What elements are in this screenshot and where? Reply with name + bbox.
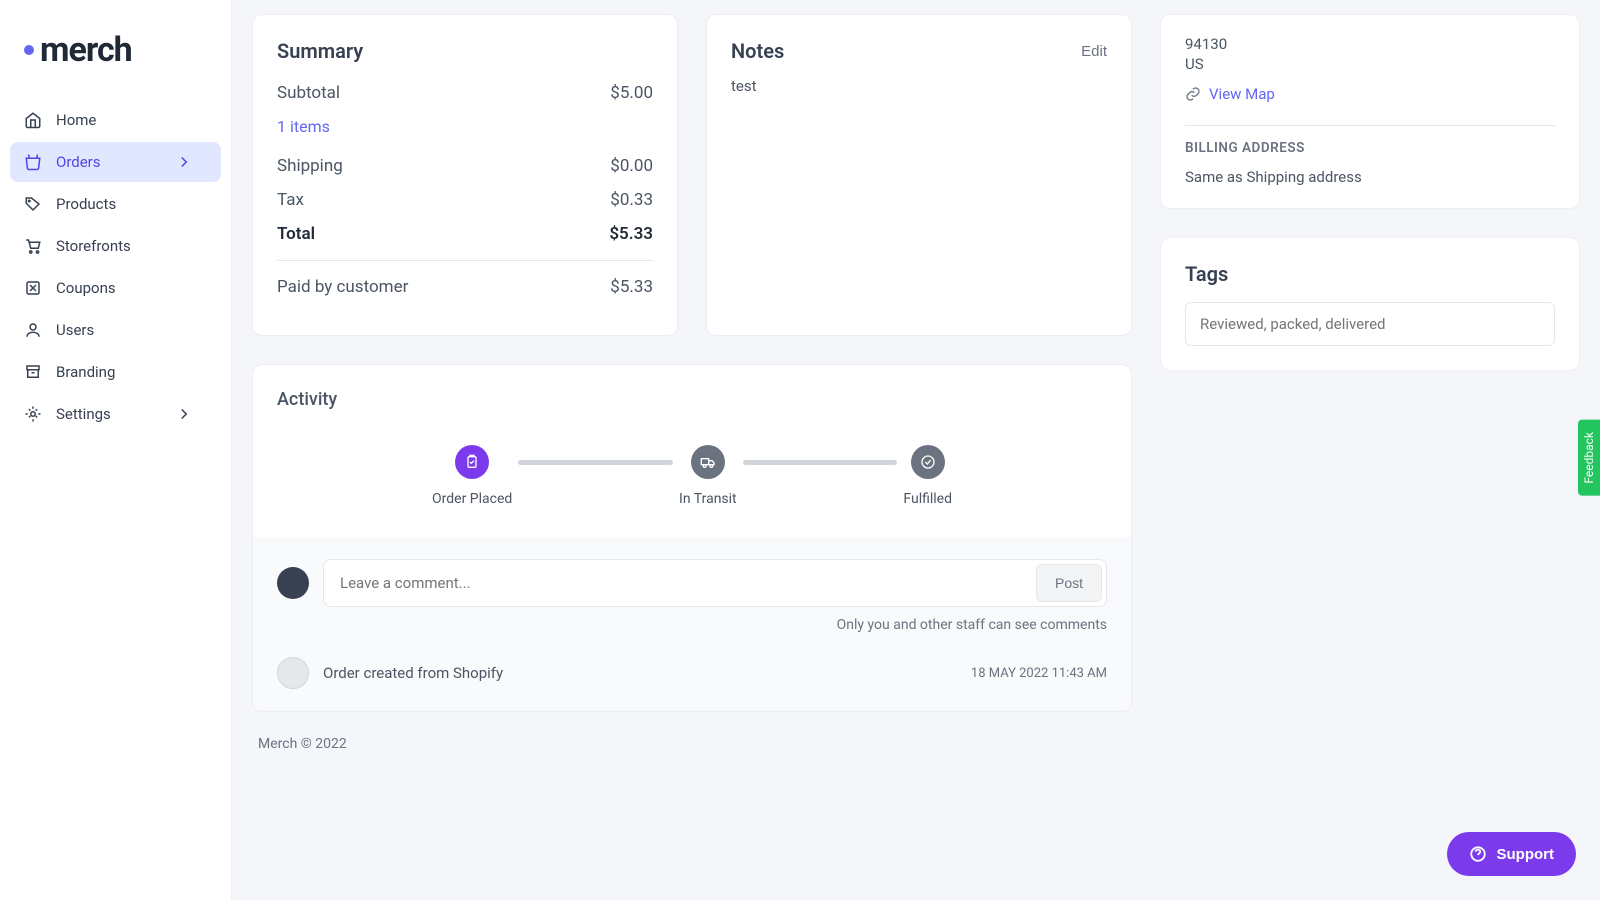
link-icon (1185, 86, 1201, 102)
sidebar-item-storefronts[interactable]: Storefronts (10, 226, 221, 266)
sidebar-item-label: Storefronts (56, 237, 131, 255)
total-value: $5.33 (609, 224, 653, 244)
address-zip: 94130 (1185, 35, 1555, 53)
summary-card: Summary Subtotal $5.00 1 items Shipping … (252, 14, 678, 336)
sidebar-item-home[interactable]: Home (10, 100, 221, 140)
billing-text: Same as Shipping address (1185, 168, 1555, 186)
sidebar-item-users[interactable]: Users (10, 310, 221, 350)
sidebar-item-orders[interactable]: Orders (10, 142, 221, 182)
home-icon (24, 111, 42, 129)
divider (277, 260, 653, 261)
tag-icon (24, 195, 42, 213)
activity-log-row: Order created from Shopify 18 MAY 2022 1… (277, 657, 1107, 689)
help-icon (1469, 845, 1487, 863)
sidebar-item-label: Settings (56, 405, 111, 423)
note-content: test (731, 77, 1107, 95)
step-order-placed: Order Placed (432, 445, 512, 507)
sidebar: merch Home Orders Products Storefronts C… (0, 0, 232, 900)
sidebar-item-label: Branding (56, 363, 115, 381)
paid-label: Paid by customer (277, 277, 408, 297)
address-card: 94130 US View Map BILLING ADDRESS Same a… (1160, 14, 1580, 209)
shipping-label: Shipping (277, 156, 343, 176)
step-label: Order Placed (432, 491, 512, 507)
log-text: Order created from Shopify (323, 664, 957, 682)
divider (1185, 125, 1555, 126)
tax-value: $0.33 (610, 190, 653, 210)
sidebar-item-branding[interactable]: Branding (10, 352, 221, 392)
bag-icon (24, 153, 42, 171)
step-in-transit: In Transit (679, 445, 737, 507)
archive-icon (24, 363, 42, 381)
items-link[interactable]: 1 items (277, 117, 653, 136)
user-icon (24, 321, 42, 339)
total-label: Total (277, 224, 315, 244)
comment-hint: Only you and other staff can see comment… (277, 617, 1107, 633)
summary-title: Summary (277, 39, 653, 63)
feedback-tab[interactable]: Feedback (1578, 420, 1600, 496)
subtotal-value: $5.00 (610, 83, 653, 103)
step-fulfilled: Fulfilled (903, 445, 952, 507)
notes-title: Notes (731, 39, 784, 63)
logo-text: merch (40, 30, 132, 70)
address-country: US (1185, 55, 1555, 73)
tags-title: Tags (1185, 262, 1555, 286)
coupon-icon (24, 279, 42, 297)
check-circle-icon (911, 445, 945, 479)
notes-card: Notes Edit test (706, 14, 1132, 336)
sidebar-item-label: Products (56, 195, 116, 213)
timeline-bar (518, 460, 673, 465)
billing-heading: BILLING ADDRESS (1185, 140, 1555, 156)
chevron-right-icon (175, 153, 193, 171)
sidebar-item-label: Users (56, 321, 94, 339)
sidebar-item-label: Home (56, 111, 96, 129)
activity-title: Activity (277, 389, 1107, 410)
comment-area: Post Only you and other staff can see co… (253, 537, 1131, 711)
step-label: In Transit (679, 491, 737, 507)
activity-card: Activity Order Placed (252, 364, 1132, 712)
post-button[interactable]: Post (1036, 564, 1102, 602)
step-label: Fulfilled (903, 491, 952, 507)
tax-label: Tax (277, 190, 304, 210)
shipping-value: $0.00 (610, 156, 653, 176)
system-avatar (277, 657, 309, 689)
main-content: Summary Subtotal $5.00 1 items Shipping … (232, 0, 1600, 900)
paid-value: $5.33 (610, 277, 653, 297)
sidebar-item-settings[interactable]: Settings (10, 394, 221, 434)
avatar (277, 567, 309, 599)
chevron-right-icon (175, 405, 193, 423)
tags-card: Tags (1160, 237, 1580, 371)
view-map-link[interactable]: View Map (1185, 75, 1555, 113)
truck-icon (691, 445, 725, 479)
log-date: 18 MAY 2022 11:43 AM (971, 666, 1107, 681)
timeline-bar (743, 460, 898, 465)
sidebar-item-label: Coupons (56, 279, 116, 297)
activity-timeline: Order Placed In Transit (432, 445, 952, 507)
footer-text: Merch © 2022 (252, 712, 1580, 758)
logo-dot-icon (24, 45, 34, 55)
support-label: Support (1497, 846, 1555, 863)
gear-icon (24, 405, 42, 423)
clipboard-icon (455, 445, 489, 479)
logo[interactable]: merch (10, 20, 221, 100)
view-map-label: View Map (1209, 85, 1275, 103)
cart-icon (24, 237, 42, 255)
tags-input[interactable] (1185, 302, 1555, 346)
edit-button[interactable]: Edit (1081, 43, 1107, 60)
sidebar-item-coupons[interactable]: Coupons (10, 268, 221, 308)
subtotal-label: Subtotal (277, 83, 340, 103)
comment-input[interactable] (328, 564, 1036, 602)
sidebar-item-products[interactable]: Products (10, 184, 221, 224)
support-button[interactable]: Support (1447, 832, 1577, 876)
sidebar-item-label: Orders (56, 153, 101, 171)
